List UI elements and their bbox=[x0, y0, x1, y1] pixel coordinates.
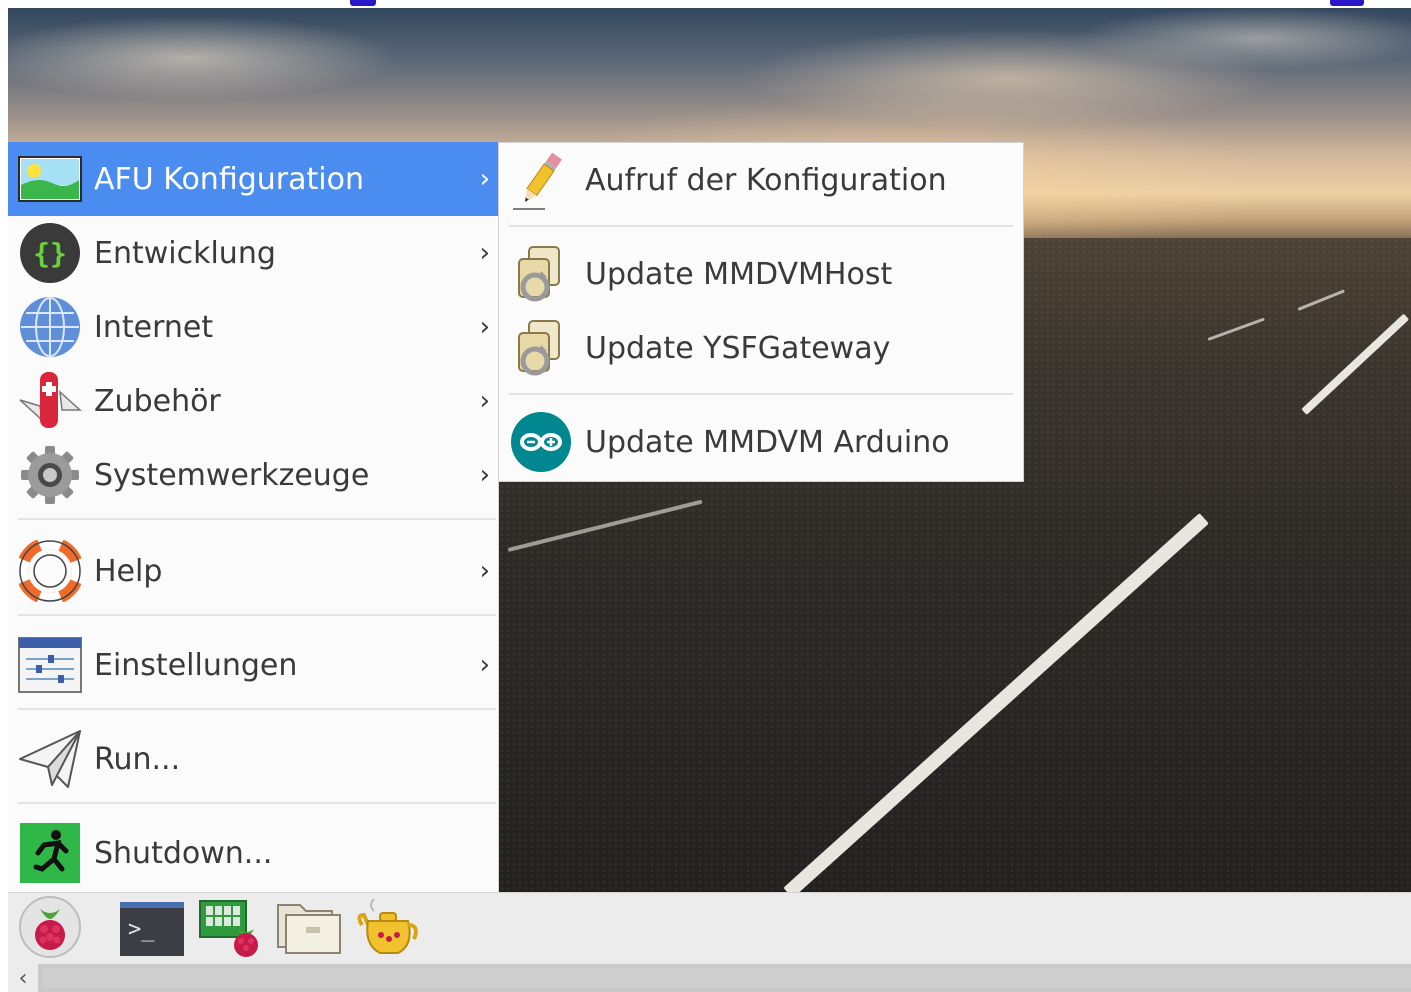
settings-sliders-icon bbox=[18, 633, 82, 697]
chevron-right-icon: › bbox=[479, 164, 490, 194]
pencil-icon bbox=[509, 148, 573, 212]
menu-item-label: Entwicklung bbox=[94, 235, 276, 271]
menu-separator bbox=[18, 802, 496, 804]
banner-text-fragment bbox=[350, 0, 376, 6]
taskbar-file-manager-button[interactable] bbox=[276, 897, 344, 961]
scrollbar-track[interactable] bbox=[42, 968, 1411, 988]
menu-item-label: Zubehör bbox=[94, 383, 221, 419]
menu-item-run[interactable]: Run... bbox=[8, 722, 498, 796]
banner-text-fragment bbox=[1330, 0, 1364, 6]
taskbar-teapot-button[interactable] bbox=[354, 897, 422, 961]
taskbar-menu-button[interactable] bbox=[16, 895, 84, 963]
submenu-item-label: Update MMDVM Arduino bbox=[585, 424, 950, 460]
paper-plane-icon bbox=[18, 727, 82, 791]
chevron-right-icon: › bbox=[479, 556, 490, 586]
menu-item-internet[interactable]: Internet › bbox=[8, 290, 498, 364]
chevron-right-icon: › bbox=[479, 386, 490, 416]
update-script-icon bbox=[509, 316, 573, 380]
terminal-icon: >_ bbox=[120, 902, 184, 956]
menu-item-shutdown[interactable]: Shutdown... bbox=[8, 816, 498, 890]
landscape-image-icon bbox=[18, 147, 82, 211]
gear-icon bbox=[18, 443, 82, 507]
afu-konfiguration-submenu: Aufruf der Konfiguration Update MMDVMHos… bbox=[498, 142, 1024, 482]
taskbar: >_ bbox=[8, 892, 1411, 965]
lifebuoy-icon bbox=[18, 539, 82, 603]
cropped-title-banner bbox=[0, 0, 1411, 8]
submenu-item-label: Update MMDVMHost bbox=[585, 256, 893, 292]
menu-separator bbox=[18, 518, 496, 520]
menu-separator bbox=[18, 614, 496, 616]
horizontal-scrollbar[interactable]: ‹ bbox=[8, 964, 1411, 992]
submenu-item-label: Update YSFGateway bbox=[585, 330, 891, 366]
scroll-left-button[interactable]: ‹ bbox=[8, 964, 38, 992]
svg-text:{}: {} bbox=[33, 237, 67, 270]
taskbar-raspi-config-button[interactable] bbox=[198, 897, 266, 961]
submenu-item-aufruf-der-konfiguration[interactable]: Aufruf der Konfiguration bbox=[499, 145, 1023, 215]
raspberry-menu-icon bbox=[18, 895, 82, 963]
menu-item-einstellungen[interactable]: Einstellungen › bbox=[8, 628, 498, 702]
submenu-item-update-ysfgateway[interactable]: Update YSFGateway bbox=[499, 313, 1023, 383]
update-script-icon bbox=[509, 242, 573, 306]
submenu-item-label: Aufruf der Konfiguration bbox=[585, 162, 947, 198]
menu-item-label: Einstellungen bbox=[94, 647, 298, 683]
submenu-separator bbox=[509, 393, 1013, 395]
chevron-right-icon: › bbox=[479, 238, 490, 268]
submenu-item-update-mmdvmhost[interactable]: Update MMDVMHost bbox=[499, 239, 1023, 309]
teapot-icon bbox=[354, 895, 422, 963]
chevron-right-icon: › bbox=[479, 650, 490, 680]
menu-item-label: Internet bbox=[94, 309, 214, 345]
pocket-knife-icon bbox=[18, 369, 82, 433]
chevron-right-icon: › bbox=[479, 312, 490, 342]
submenu-separator bbox=[509, 225, 1013, 227]
globe-icon bbox=[18, 295, 82, 359]
file-manager-folder-icon bbox=[276, 897, 344, 961]
menu-item-label: Run... bbox=[94, 741, 181, 777]
menu-item-label: Help bbox=[94, 553, 163, 589]
menu-item-label: AFU Konfiguration bbox=[94, 161, 364, 197]
menu-separator bbox=[18, 708, 496, 710]
chevron-right-icon: › bbox=[479, 460, 490, 490]
menu-item-afu-konfiguration[interactable]: AFU Konfiguration › bbox=[8, 142, 498, 216]
menu-item-systemwerkzeuge[interactable]: Systemwerkzeuge › bbox=[8, 438, 498, 512]
menu-item-zubehoer[interactable]: Zubehör › bbox=[8, 364, 498, 438]
code-braces-icon: {} bbox=[18, 221, 82, 285]
taskbar-terminal-button[interactable]: >_ bbox=[118, 897, 186, 961]
menu-item-help[interactable]: Help › bbox=[8, 534, 498, 608]
menu-item-label: Shutdown... bbox=[94, 835, 273, 871]
application-menu: AFU Konfiguration › {} Entwicklung › Int… bbox=[8, 142, 499, 892]
submenu-item-update-mmdvm-arduino[interactable]: Update MMDVM Arduino bbox=[499, 407, 1023, 477]
exit-running-man-icon bbox=[18, 821, 82, 885]
menu-item-label: Systemwerkzeuge bbox=[94, 457, 370, 493]
menu-item-entwicklung[interactable]: {} Entwicklung › bbox=[8, 216, 498, 290]
raspberry-config-icon bbox=[198, 895, 266, 963]
arduino-icon bbox=[509, 410, 573, 474]
